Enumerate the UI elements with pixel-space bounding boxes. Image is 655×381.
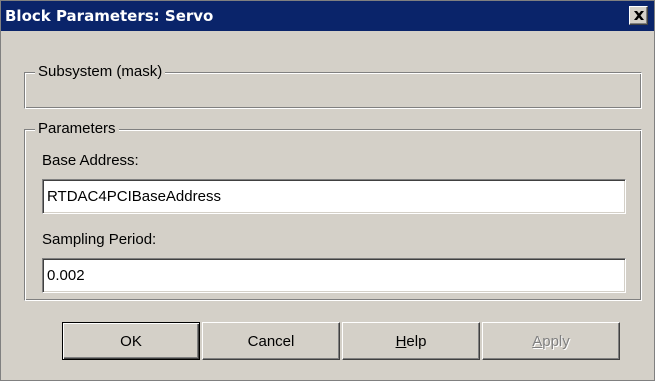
ok-button[interactable]: OK — [62, 322, 200, 360]
base-address-input[interactable] — [42, 179, 626, 214]
apply-button[interactable]: Apply — [482, 322, 620, 360]
block-parameters-dialog: Block Parameters: Servo Subsystem (mask)… — [0, 0, 655, 381]
subsystem-legend: Subsystem (mask) — [35, 63, 166, 81]
help-button-mnemonic: H — [395, 332, 407, 350]
parameters-legend: Parameters — [35, 120, 119, 138]
apply-button-label: pply — [542, 332, 570, 350]
base-address-label: Base Address: — [42, 152, 139, 169]
cancel-button[interactable]: Cancel — [202, 322, 340, 360]
window-title: Block Parameters: Servo — [5, 7, 214, 25]
subsystem-group: Subsystem (mask) — [24, 63, 642, 109]
sampling-period-label: Sampling Period: — [42, 231, 157, 248]
apply-button-mnemonic: A — [532, 332, 543, 350]
close-button[interactable] — [629, 6, 648, 25]
ok-button-label: OK — [120, 332, 142, 350]
sampling-period-input[interactable] — [42, 258, 626, 293]
title-bar[interactable]: Block Parameters: Servo — [1, 1, 654, 31]
close-icon — [634, 11, 644, 20]
help-button-label: elp — [406, 332, 427, 350]
help-button[interactable]: Help — [342, 322, 480, 360]
cancel-button-label: Cancel — [247, 332, 295, 350]
